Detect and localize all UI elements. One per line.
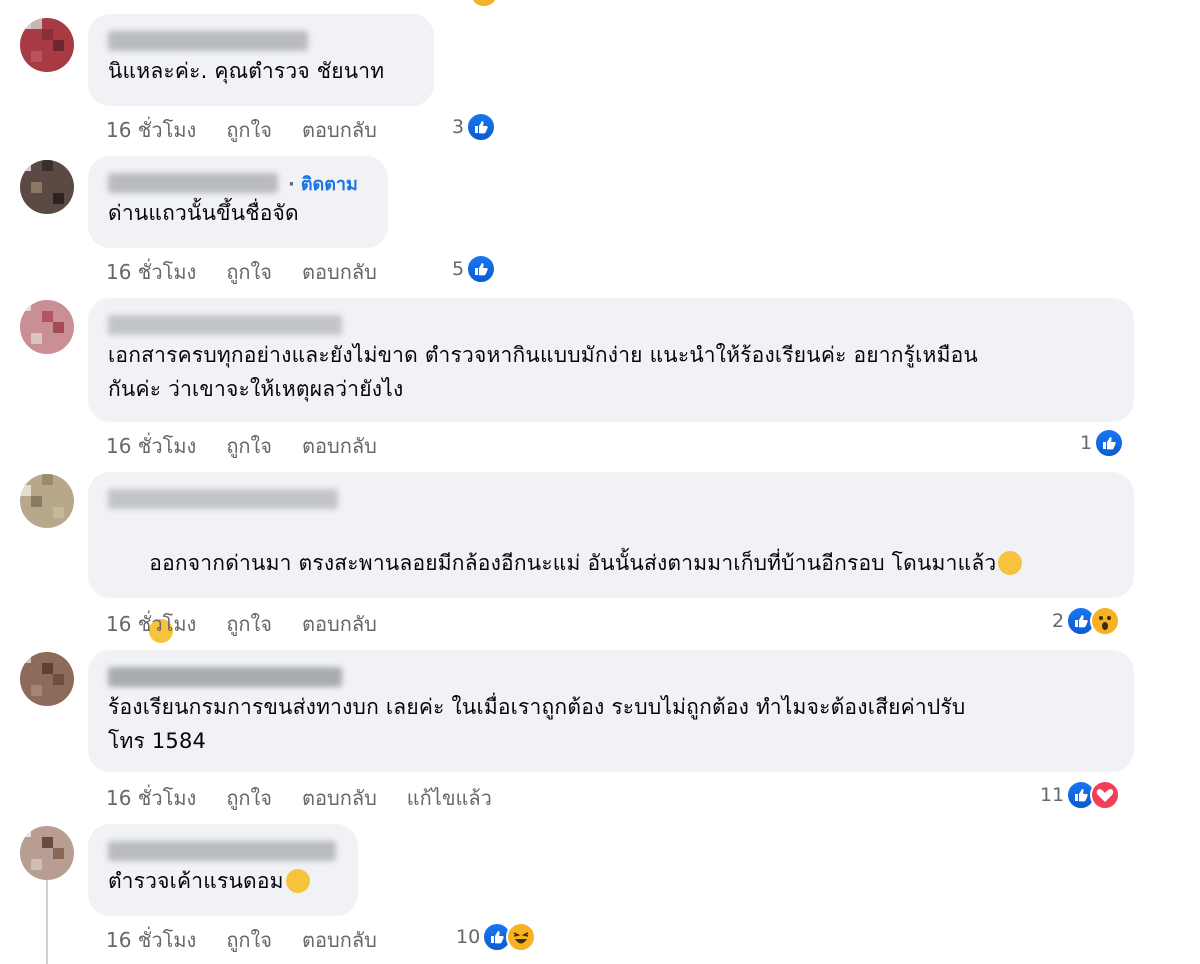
timestamp[interactable]: 16 ชั่วโมง (106, 114, 196, 146)
author-name-blurred[interactable] (108, 667, 342, 687)
reaction-count: 1 (1080, 432, 1093, 454)
haha-icon (506, 922, 537, 952)
comment-bubble: ตำรวจเค้าแรนดอม (88, 824, 358, 916)
like-button[interactable]: ถูกใจ (226, 114, 272, 146)
avatar[interactable] (20, 652, 74, 706)
comment-text: นิแหละค่ะ. คุณตำรวจ ชัยนาท (108, 59, 385, 83)
reaction-count: 5 (452, 258, 465, 280)
reaction-count: 10 (456, 926, 481, 948)
comment-actions: 16 ชั่วโมง ถูกใจ ตอบกลับ (106, 114, 377, 146)
emoji-reaction-partial (472, 0, 496, 6)
author-name-blurred[interactable] (108, 315, 342, 335)
timestamp[interactable]: 16 ชั่วโมง (106, 256, 196, 288)
comment-bubble: ร้องเรียนกรมการขนส่งทางบก เลยค่ะ ในเมื่อ… (88, 650, 1134, 772)
author-name-blurred[interactable] (108, 489, 338, 509)
comment-bubble: ออกจากด่านมา ตรงสะพานลอยมีกล้องอีกนะแม่ … (88, 472, 1134, 643)
like-button[interactable]: ถูกใจ (226, 608, 272, 640)
reply-button[interactable]: ตอบกลับ (302, 256, 377, 288)
comment-actions: 16 ชั่วโมง ถูกใจ ตอบกลับ (106, 608, 377, 640)
avatar[interactable] (20, 826, 74, 880)
reply-button[interactable]: ตอบกลับ (302, 782, 377, 814)
reply-button[interactable]: ตอบกลับ (302, 608, 377, 640)
reaction-count: 11 (1040, 784, 1065, 806)
reaction-summary[interactable]: 3 (452, 112, 497, 142)
comment-text: ตำรวจเค้าแรนดอม (108, 869, 284, 893)
like-button[interactable]: ถูกใจ (226, 924, 272, 956)
edited-label[interactable]: แก้ไขแล้ว (407, 782, 492, 814)
like-button[interactable]: ถูกใจ (226, 782, 272, 814)
comment-body: ตำรวจเค้าแรนดอม (108, 864, 338, 898)
comment-text: ด่านแถวนั้นขึ้นชื่อจัด (108, 201, 299, 225)
follow-label: ติดตาม (300, 173, 358, 195)
love-icon (1090, 780, 1121, 810)
avatar[interactable] (20, 160, 74, 214)
reaction-summary[interactable]: 1 (1080, 428, 1125, 458)
author-name-blurred[interactable] (108, 173, 278, 193)
comment-bubble: นิแหละค่ะ. คุณตำรวจ ชัยนาท (88, 14, 434, 106)
follow-button[interactable]: · ติดตาม (288, 169, 358, 198)
reply-thread-line (46, 870, 48, 964)
like-button[interactable]: ถูกใจ (226, 256, 272, 288)
comment-text: ร้องเรียนกรมการขนส่งทางบก เลยค่ะ ในเมื่อ… (108, 695, 966, 753)
like-icon (466, 112, 497, 142)
comment-bubble: เอกสารครบทุกอย่างและยังไม่ขาด ตำรวจหากิน… (88, 298, 1134, 422)
reaction-count: 3 (452, 116, 465, 138)
reply-button[interactable]: ตอบกลับ (302, 924, 377, 956)
comment-actions: 16 ชั่วโมง ถูกใจ ตอบกลับ (106, 924, 377, 956)
crying-emoji-icon (998, 551, 1023, 575)
timestamp[interactable]: 16 ชั่วโมง (106, 608, 196, 640)
avatar[interactable] (20, 18, 74, 72)
comment-actions: 16 ชั่วโมง ถูกใจ ตอบกลับ (106, 430, 377, 462)
like-icon (1094, 428, 1125, 458)
reaction-count: 2 (1052, 610, 1065, 632)
like-button[interactable]: ถูกใจ (226, 430, 272, 462)
author-name-blurred[interactable] (108, 841, 336, 861)
comment-actions: 16 ชั่วโมง ถูกใจ ตอบกลับ (106, 256, 377, 288)
timestamp[interactable]: 16 ชั่วโมง (106, 924, 196, 956)
wow-icon (1090, 606, 1121, 636)
comment-text: ออกจากด่านมา ตรงสะพานลอยมีกล้องอีกนะแม่ … (149, 551, 997, 575)
reaction-summary[interactable]: 2 (1052, 606, 1121, 636)
reaction-summary[interactable]: 11 (1040, 780, 1121, 810)
like-icon (466, 254, 497, 284)
reaction-summary[interactable]: 10 (456, 922, 537, 952)
timestamp[interactable]: 16 ชั่วโมง (106, 430, 196, 462)
comment-actions: 16 ชั่วโมง ถูกใจ ตอบกลับ แก้ไขแล้ว (106, 782, 492, 814)
author-name-blurred[interactable] (108, 31, 308, 51)
timestamp[interactable]: 16 ชั่วโมง (106, 782, 196, 814)
reaction-summary[interactable]: 5 (452, 254, 497, 284)
comment-bubble: · ติดตาม ด่านแถวนั้นขึ้นชื่อจัด (88, 156, 388, 248)
smiling-emoji-icon (285, 869, 310, 893)
avatar[interactable] (20, 474, 74, 528)
reply-button[interactable]: ตอบกลับ (302, 114, 377, 146)
comment-text: เอกสารครบทุกอย่างและยังไม่ขาด ตำรวจหากิน… (108, 343, 978, 401)
avatar[interactable] (20, 300, 74, 354)
reply-button[interactable]: ตอบกลับ (302, 430, 377, 462)
